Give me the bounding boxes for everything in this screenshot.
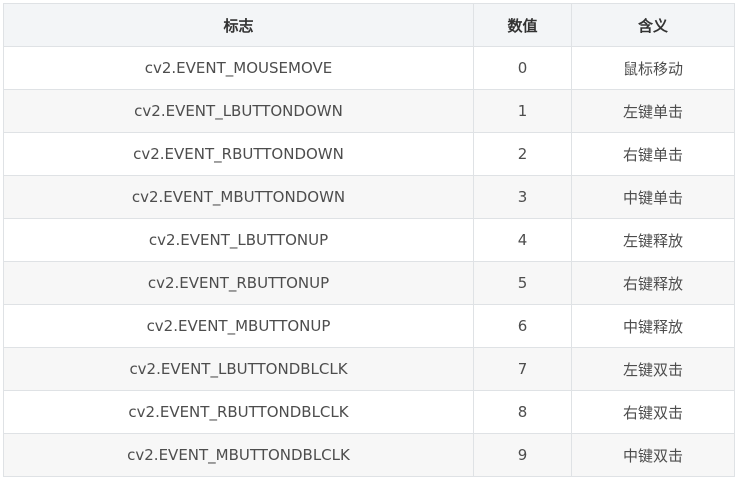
- cell-meaning: 左键双击: [571, 347, 735, 391]
- table-row: cv2.EVENT_LBUTTONDBLCLK 7 左键双击: [3, 347, 735, 391]
- cell-meaning: 右键单击: [571, 132, 735, 176]
- cell-flag: cv2.EVENT_RBUTTONDOWN: [3, 132, 474, 176]
- table-body: cv2.EVENT_MOUSEMOVE 0 鼠标移动 cv2.EVENT_LBU…: [3, 46, 735, 477]
- cell-flag: cv2.EVENT_LBUTTONDOWN: [3, 89, 474, 133]
- cell-meaning: 中键双击: [571, 433, 735, 477]
- table-row: cv2.EVENT_MOUSEMOVE 0 鼠标移动: [3, 46, 735, 90]
- cell-value: 4: [473, 218, 572, 262]
- table-row: cv2.EVENT_MBUTTONDOWN 3 中键单击: [3, 175, 735, 219]
- cell-flag: cv2.EVENT_MBUTTONDBLCLK: [3, 433, 474, 477]
- cell-meaning: 中键释放: [571, 304, 735, 348]
- header-value: 数值: [473, 3, 572, 47]
- cell-value: 2: [473, 132, 572, 176]
- header-row: 标志 数值 含义: [3, 3, 735, 47]
- cell-meaning: 左键单击: [571, 89, 735, 133]
- cell-flag: cv2.EVENT_MOUSEMOVE: [3, 46, 474, 90]
- table-row: cv2.EVENT_LBUTTONDOWN 1 左键单击: [3, 89, 735, 133]
- cell-flag: cv2.EVENT_LBUTTONDBLCLK: [3, 347, 474, 391]
- header-flag: 标志: [3, 3, 474, 47]
- cell-meaning: 右键释放: [571, 261, 735, 305]
- cell-flag: cv2.EVENT_RBUTTONDBLCLK: [3, 390, 474, 434]
- table-row: cv2.EVENT_RBUTTONDOWN 2 右键单击: [3, 132, 735, 176]
- cell-value: 8: [473, 390, 572, 434]
- cell-value: 7: [473, 347, 572, 391]
- cell-value: 1: [473, 89, 572, 133]
- cell-flag: cv2.EVENT_RBUTTONUP: [3, 261, 474, 305]
- cell-meaning: 中键单击: [571, 175, 735, 219]
- header-meaning: 含义: [571, 3, 735, 47]
- table-header: 标志 数值 含义: [3, 3, 735, 47]
- cell-value: 0: [473, 46, 572, 90]
- event-flags-table-container: 标志 数值 含义 cv2.EVENT_MOUSEMOVE 0 鼠标移动 cv2.…: [3, 3, 735, 477]
- cell-meaning: 鼠标移动: [571, 46, 735, 90]
- cell-value: 3: [473, 175, 572, 219]
- cell-flag: cv2.EVENT_MBUTTONDOWN: [3, 175, 474, 219]
- table-row: cv2.EVENT_RBUTTONUP 5 右键释放: [3, 261, 735, 305]
- cell-value: 9: [473, 433, 572, 477]
- table-row: cv2.EVENT_RBUTTONDBLCLK 8 右键双击: [3, 390, 735, 434]
- table-row: cv2.EVENT_MBUTTONUP 6 中键释放: [3, 304, 735, 348]
- cell-value: 6: [473, 304, 572, 348]
- cell-value: 5: [473, 261, 572, 305]
- cell-meaning: 左键释放: [571, 218, 735, 262]
- cell-flag: cv2.EVENT_MBUTTONUP: [3, 304, 474, 348]
- cell-flag: cv2.EVENT_LBUTTONUP: [3, 218, 474, 262]
- table-row: cv2.EVENT_MBUTTONDBLCLK 9 中键双击: [3, 433, 735, 477]
- table-row: cv2.EVENT_LBUTTONUP 4 左键释放: [3, 218, 735, 262]
- event-flags-table: 标志 数值 含义 cv2.EVENT_MOUSEMOVE 0 鼠标移动 cv2.…: [3, 3, 735, 477]
- cell-meaning: 右键双击: [571, 390, 735, 434]
